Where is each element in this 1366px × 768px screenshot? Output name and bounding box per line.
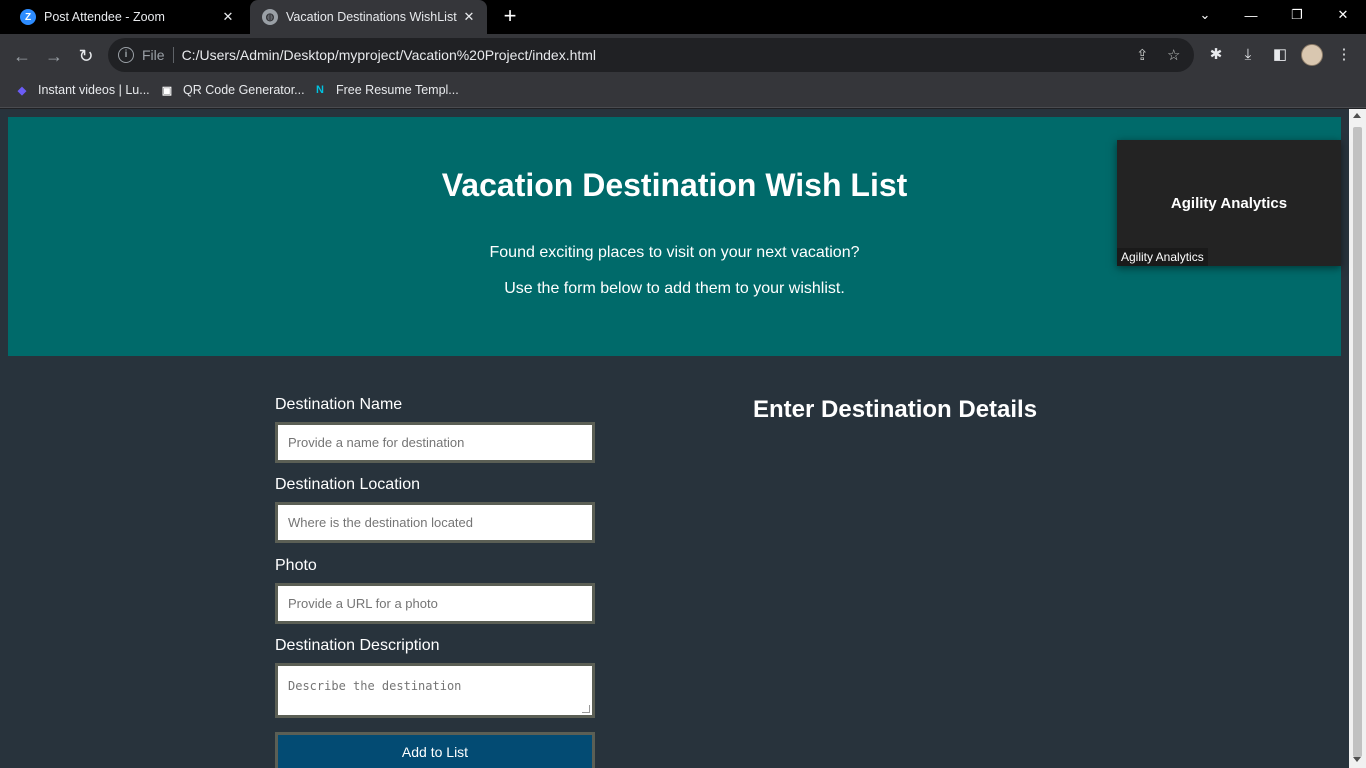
scrollbar-thumb[interactable] [1353, 127, 1362, 757]
divider [172, 47, 174, 63]
banner-text: Use the form below to add them to your w… [504, 280, 845, 297]
share-icon[interactable]: ⇪ [1136, 46, 1149, 64]
name-input[interactable]: Provide a name for destination [275, 422, 595, 463]
minimize-button[interactable]: — [1228, 0, 1274, 30]
tab-search-button[interactable]: ⌄ [1182, 0, 1228, 30]
bookmark-item[interactable]: ▣ QR Code Generator... [159, 82, 305, 98]
url-scheme: File [142, 47, 165, 63]
add-to-list-button[interactable]: Add to List [275, 732, 595, 768]
restore-button[interactable]: ❐ [1274, 0, 1320, 30]
description-label: Destination Description [275, 637, 440, 654]
bookmark-item[interactable]: N Free Resume Templ... [312, 82, 459, 98]
description-placeholder: Describe the destination [288, 679, 462, 693]
participant-name-tag: Agility Analytics [1117, 248, 1208, 266]
bookmark-item[interactable]: ◆ Instant videos | Lu... [14, 82, 150, 98]
globe-icon: ◍ [262, 9, 278, 25]
tab-title: Vacation Destinations WishList [286, 10, 457, 24]
downloads-icon[interactable]: ⤓ [1237, 44, 1259, 66]
forward-button[interactable]: → [40, 42, 68, 70]
extensions-icon[interactable]: ✱ [1205, 44, 1227, 66]
tab-zoom[interactable]: Z Post Attendee - Zoom ✕ [8, 0, 246, 34]
bookmarks-bar: ◆ Instant videos | Lu... ▣ QR Code Gener… [0, 76, 1366, 108]
close-window-button[interactable]: ✕ [1320, 0, 1366, 30]
scroll-down-icon[interactable] [1353, 757, 1361, 762]
page-scrollbar[interactable] [1349, 109, 1366, 768]
avatar[interactable] [1301, 44, 1323, 66]
info-icon[interactable]: i [118, 47, 134, 63]
name-label: Destination Name [275, 396, 403, 413]
resize-handle[interactable] [582, 705, 590, 713]
reload-button[interactable]: ↻ [72, 42, 100, 70]
diamond-icon: ◆ [17, 84, 27, 97]
location-label: Destination Location [275, 476, 420, 493]
tab-vacation-wishlist[interactable]: ◍ Vacation Destinations WishList ✕ [250, 0, 487, 34]
qr-code-icon: ▣ [161, 84, 173, 97]
close-icon[interactable]: ✕ [218, 9, 238, 25]
side-panel-icon[interactable]: ◧ [1269, 44, 1291, 66]
description-textarea[interactable]: Describe the destination [275, 663, 595, 718]
url-text[interactable]: C:/Users/Admin/Desktop/myproject/Vacatio… [182, 47, 596, 63]
bookmark-label: Instant videos | Lu... [38, 83, 150, 97]
star-icon[interactable]: ☆ [1167, 46, 1180, 64]
photo-input[interactable]: Provide a URL for a photo [275, 583, 595, 624]
scroll-up-icon[interactable] [1353, 113, 1361, 118]
zoom-icon: Z [20, 9, 36, 25]
zoom-video-overlay[interactable]: Agility Analytics Agility Analytics [1117, 140, 1341, 266]
back-button[interactable]: ← [8, 42, 36, 70]
menu-icon[interactable]: ⋮ [1333, 44, 1355, 66]
tab-title: Post Attendee - Zoom [44, 10, 165, 24]
details-heading: Enter Destination Details [753, 396, 1038, 423]
bookmark-label: Free Resume Templ... [336, 83, 459, 97]
new-tab-button[interactable]: + [498, 5, 522, 29]
photo-label: Photo [275, 557, 317, 574]
close-icon[interactable]: ✕ [459, 9, 479, 25]
tab-strip: Z Post Attendee - Zoom ✕ ◍ Vacation Dest… [0, 0, 1366, 34]
bookmark-label: QR Code Generator... [183, 83, 305, 97]
location-input[interactable]: Where is the destination located [275, 502, 595, 543]
n-logo-icon: N [316, 84, 324, 96]
participant-name: Agility Analytics [1170, 195, 1288, 212]
browser-toolbar: ← → ↻ i File C:/Users/Admin/Desktop/mypr… [0, 34, 1366, 76]
address-bar[interactable]: i File C:/Users/Admin/Desktop/myproject/… [108, 38, 1194, 72]
